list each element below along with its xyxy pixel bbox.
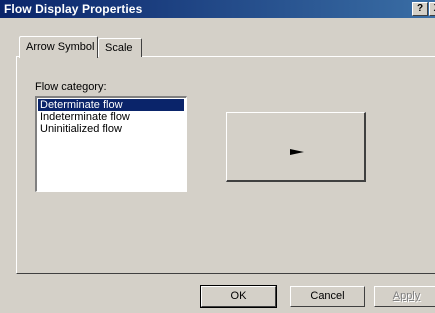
window-title: Flow Display Properties [4,2,143,16]
tab-arrow-symbol[interactable]: Arrow Symbol [19,36,98,58]
apply-button[interactable]: Apply [374,286,435,307]
tab-scale-label: Scale [105,42,133,54]
close-button[interactable]: X [429,2,435,16]
ok-button[interactable]: OK [200,285,277,308]
title-bar[interactable]: Flow Display Properties ? X [0,0,435,18]
cancel-button[interactable]: Cancel [290,286,365,307]
help-button[interactable]: ? [412,2,428,16]
right-arrow-icon [290,149,304,155]
flow-category-label: Flow category: [35,81,107,93]
list-item-determinate[interactable]: Determinate flow [38,99,184,111]
tab-arrow-symbol-label: Arrow Symbol [26,41,95,53]
list-item-indeterminate[interactable]: Indeterminate flow [38,111,132,123]
help-icon: ? [416,3,424,14]
list-item-uninitialized[interactable]: Uninitialized flow [38,123,124,135]
flow-category-listbox[interactable]: Determinate flow Indeterminate flow Unin… [35,96,187,192]
tab-scale[interactable]: Scale [98,38,142,57]
symbol-preview-button[interactable] [226,112,366,182]
